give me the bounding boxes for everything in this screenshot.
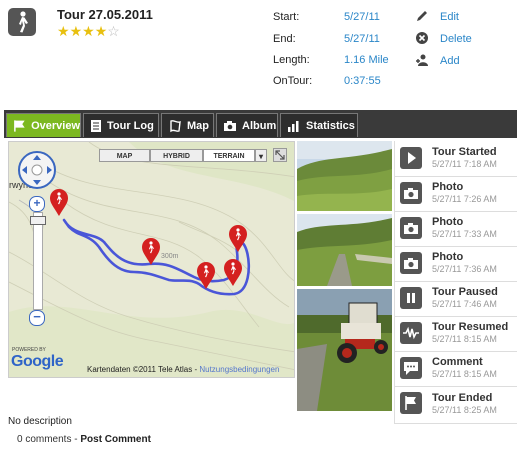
map-icon bbox=[170, 119, 181, 132]
pencil-icon[interactable] bbox=[415, 9, 429, 23]
contour-label: 300m bbox=[161, 253, 179, 260]
timeline-item-time: 5/27/11 7:46 AM bbox=[432, 299, 497, 309]
pause-icon bbox=[400, 287, 422, 309]
bar-chart-icon bbox=[288, 120, 299, 132]
map-type-hybrid-button[interactable]: HYBRID bbox=[150, 149, 203, 162]
edit-link[interactable]: Edit bbox=[440, 11, 459, 23]
flag-icon bbox=[400, 392, 422, 414]
zoom-slider-handle[interactable] bbox=[30, 216, 46, 225]
timeline-item-title: Tour Ended bbox=[432, 392, 493, 404]
map-type-map-button[interactable]: MAP bbox=[99, 149, 150, 162]
waypoint-marker[interactable] bbox=[196, 262, 216, 293]
add-link[interactable]: Add bbox=[440, 55, 460, 67]
star-icon[interactable]: ★ bbox=[57, 23, 70, 39]
timeline-item-title: Photo bbox=[432, 251, 464, 263]
map-attribution: Kartendaten ©2011 Tele Atlas - Nutzungsb… bbox=[87, 365, 280, 374]
photo-thumbnail[interactable] bbox=[297, 289, 392, 411]
timeline-item-title: Comment bbox=[432, 356, 483, 368]
camera-icon bbox=[224, 120, 236, 131]
star-rating[interactable]: ★★★★☆ bbox=[57, 23, 120, 40]
map-pan-control[interactable] bbox=[17, 150, 57, 193]
tab-tour-log[interactable]: Tour Log bbox=[83, 113, 159, 137]
tour-map[interactable]: 300m rwyno + − POWERED BY Google Kartend… bbox=[8, 141, 295, 378]
star-icon[interactable]: ★ bbox=[82, 23, 95, 39]
ontour-label: OnTour: bbox=[273, 75, 313, 87]
tab-label: Tour Log bbox=[107, 119, 154, 132]
map-type-terrain-button[interactable]: TERRAIN bbox=[203, 149, 255, 162]
zoom-in-button[interactable]: + bbox=[29, 196, 45, 212]
tab-label: Overview bbox=[31, 119, 80, 132]
timeline-item-time: 5/27/11 8:15 AM bbox=[432, 334, 497, 344]
delete-link[interactable]: Delete bbox=[440, 33, 472, 45]
camera-icon bbox=[400, 182, 422, 204]
waypoint-marker[interactable] bbox=[223, 259, 243, 290]
length-value: 1.16 Mile bbox=[344, 54, 389, 66]
timeline-item-title: Tour Resumed bbox=[432, 321, 509, 333]
wave-icon bbox=[400, 322, 422, 344]
post-comment-link[interactable]: Post Comment bbox=[80, 434, 151, 445]
tab-map[interactable]: Map bbox=[161, 113, 214, 137]
google-logo: Google bbox=[11, 353, 64, 370]
end-label: End: bbox=[273, 33, 296, 45]
tab-overview[interactable]: Overview bbox=[6, 113, 81, 137]
document-icon bbox=[91, 119, 101, 132]
timeline-item-time: 5/27/11 7:33 AM bbox=[432, 229, 497, 239]
start-value: 5/27/11 bbox=[344, 11, 380, 23]
walker-icon bbox=[8, 8, 36, 36]
zoom-out-button[interactable]: − bbox=[29, 310, 45, 326]
timeline-item-title: Tour Started bbox=[432, 146, 497, 158]
timeline-item-title: Tour Paused bbox=[432, 286, 498, 298]
waypoint-marker[interactable] bbox=[228, 225, 248, 256]
page-title: Tour 27.05.2011 bbox=[57, 7, 153, 22]
timeline-item-title: Photo bbox=[432, 216, 464, 228]
delete-icon[interactable] bbox=[415, 31, 429, 45]
timeline-item-time: 5/27/11 7:26 AM bbox=[432, 194, 497, 204]
attribution-text: Kartendaten ©2011 Tele Atlas bbox=[87, 365, 193, 374]
comment-count[interactable]: 0 comments bbox=[17, 434, 71, 445]
comments-bar: 0 comments - Post Comment bbox=[17, 434, 151, 445]
add-person-icon[interactable] bbox=[415, 53, 429, 67]
speech-bubble-icon bbox=[400, 357, 422, 379]
waypoint-marker[interactable] bbox=[49, 189, 69, 220]
end-value: 5/27/11 bbox=[344, 33, 380, 45]
timeline-item-title: Photo bbox=[432, 181, 464, 193]
start-label: Start: bbox=[273, 11, 300, 23]
length-label: Length: bbox=[273, 54, 310, 66]
timeline-item-time: 5/27/11 7:36 AM bbox=[432, 264, 497, 274]
camera-icon bbox=[400, 217, 422, 239]
timeline-item-time: 5/27/11 7:18 AM bbox=[432, 159, 497, 169]
timeline-item-time: 5/27/11 8:15 AM bbox=[432, 369, 497, 379]
zoom-slider-track[interactable] bbox=[33, 212, 43, 310]
timeline-bottom-border bbox=[395, 423, 517, 424]
star-icon[interactable]: ★ bbox=[70, 23, 83, 39]
camera-icon bbox=[400, 252, 422, 274]
tab-statistics[interactable]: Statistics bbox=[280, 113, 358, 137]
tab-album[interactable]: Album bbox=[216, 113, 278, 137]
star-icon[interactable]: ★ bbox=[95, 23, 108, 39]
flag-icon bbox=[14, 119, 25, 132]
chevron-down-icon[interactable]: ▾ bbox=[255, 149, 267, 162]
tour-description: No description bbox=[8, 416, 72, 427]
star-empty-icon[interactable]: ☆ bbox=[107, 23, 120, 39]
ontour-value: 0:37:55 bbox=[344, 75, 381, 87]
photo-thumbnail[interactable] bbox=[297, 141, 392, 211]
terms-link[interactable]: Nutzungsbedingungen bbox=[199, 365, 279, 374]
map-zoom-control[interactable]: + − bbox=[29, 196, 46, 326]
tab-label: Album bbox=[242, 119, 277, 132]
play-icon bbox=[400, 147, 422, 169]
fullscreen-icon[interactable] bbox=[273, 148, 287, 162]
tab-label: Map bbox=[187, 119, 209, 132]
photo-thumbnail[interactable] bbox=[297, 214, 392, 286]
tab-label: Statistics bbox=[306, 119, 355, 132]
waypoint-marker[interactable] bbox=[141, 238, 161, 269]
timeline-item-time: 5/27/11 8:25 AM bbox=[432, 405, 497, 415]
